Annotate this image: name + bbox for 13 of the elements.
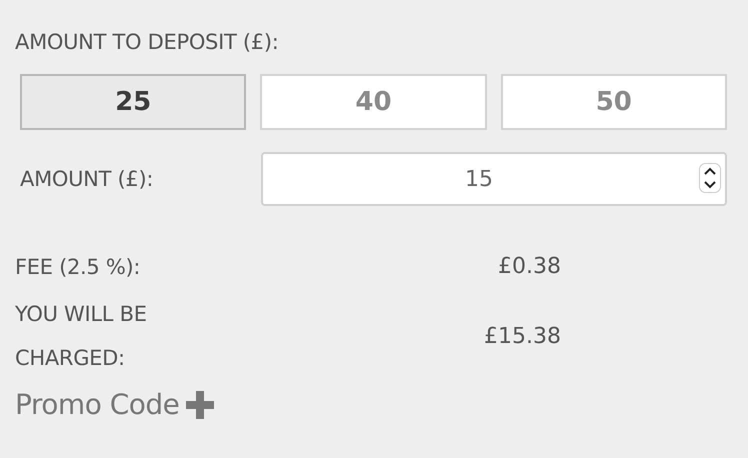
stepper-icon[interactable] [699,163,721,193]
amount-label: AMOUNT (£): [20,167,154,191]
amount-field[interactable]: 15 [261,152,727,206]
plus-icon [185,390,216,420]
amount-option[interactable]: 25 [20,74,246,130]
charged-label: YOU WILL BE CHARGED: [15,301,148,372]
deposit-label: AMOUNT TO DEPOSIT (£): [15,30,280,54]
charged-value: £15.38 [483,324,561,348]
amount-option[interactable]: 50 [500,74,727,130]
fee-label: FEE (2.5 %): [15,254,142,278]
fee-value: £0.38 [497,254,561,279]
amount-option[interactable]: 40 [260,74,487,130]
promo-code-button[interactable]: Promo Code [15,388,216,421]
